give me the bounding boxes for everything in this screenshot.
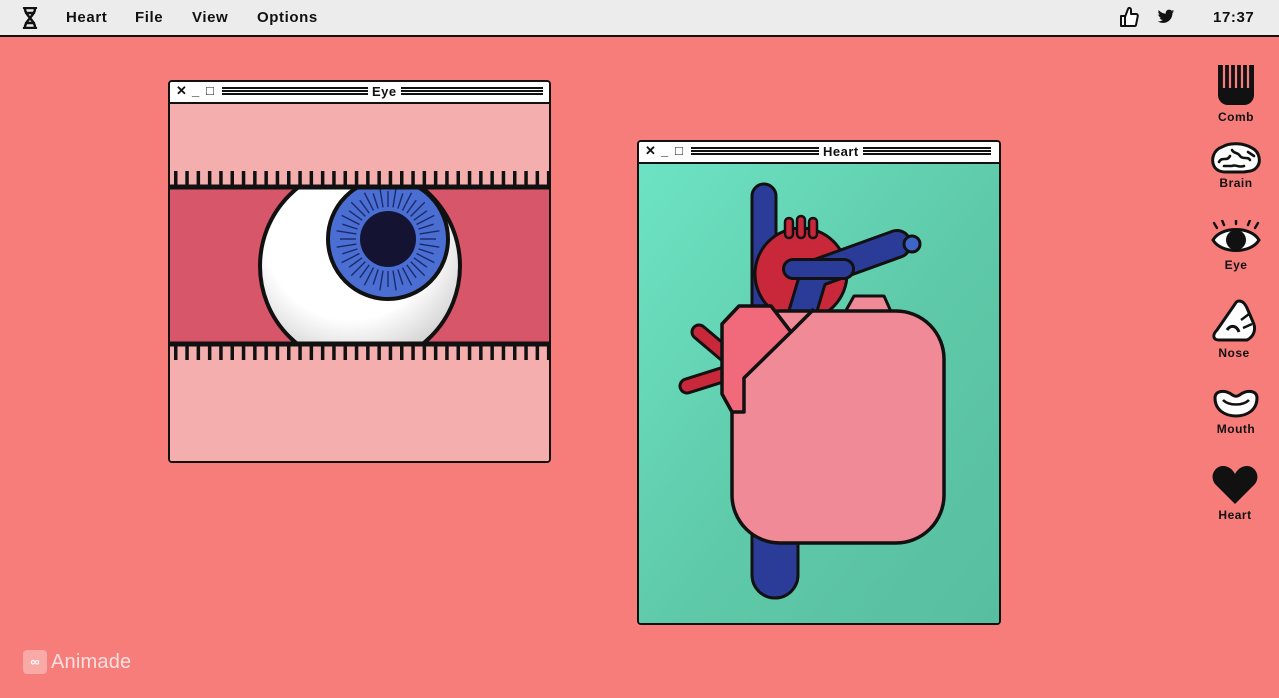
brain-icon [1211,142,1261,174]
thumbs-up-icon[interactable] [1119,6,1139,28]
nose-icon [1212,299,1257,342]
menu-options[interactable]: Options [257,9,318,26]
heart-illustration [639,164,999,623]
close-icon[interactable]: ✕ [176,84,187,98]
eye-icon [1211,220,1261,252]
twitter-icon[interactable] [1157,9,1175,25]
heart-window-titlebar[interactable]: ✕ _ □ Heart [639,142,999,164]
heart-icon [1212,466,1258,504]
animade-logo-icon: ∞ [23,650,47,674]
maximize-icon[interactable]: □ [675,144,683,158]
menu-file[interactable]: File [135,9,163,26]
heart-window[interactable]: ✕ _ □ Heart [637,140,1001,625]
comb-icon [1218,62,1254,105]
dock-label: Nose [1218,346,1250,360]
dock-item-mouth[interactable]: Mouth [1206,386,1266,436]
dna-icon[interactable] [20,7,40,29]
clock: 17:37 [1213,9,1255,26]
dock-label: Brain [1219,176,1253,190]
mouth-icon [1213,389,1259,418]
window-title: Heart [819,144,863,159]
close-icon[interactable]: ✕ [645,144,656,158]
dock-label: Mouth [1216,422,1256,436]
menu-view[interactable]: View [192,9,228,26]
brand-name: Animade [51,651,132,673]
eye-window-titlebar[interactable]: ✕ _ □ Eye [170,82,549,104]
dock-item-nose[interactable]: Nose [1204,298,1264,360]
eye-illustration [170,104,549,461]
dock-label: Eye [1224,258,1248,272]
dock-item-comb[interactable]: Comb [1206,62,1266,124]
menu-heart[interactable]: Heart [66,9,107,26]
dock-item-heart[interactable]: Heart [1205,464,1265,522]
menu-bar: Heart File View Options 17:37 [0,0,1279,37]
window-title: Eye [368,84,401,99]
minimize-icon[interactable]: _ [192,84,199,98]
dock-item-brain[interactable]: Brain [1206,142,1266,190]
dock-label: Comb [1218,110,1254,124]
minimize-icon[interactable]: _ [661,144,668,158]
dock-item-eye[interactable]: Eye [1206,220,1266,272]
dock-label: Heart [1218,508,1252,522]
maximize-icon[interactable]: □ [206,84,214,98]
eye-window[interactable]: ✕ _ □ Eye [168,80,551,463]
